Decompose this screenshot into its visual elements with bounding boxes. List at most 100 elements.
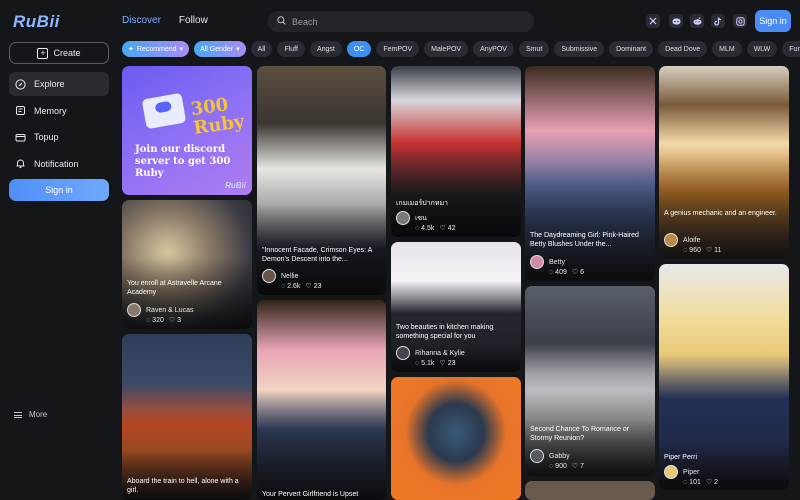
card-title: "Innocent Facade, Crimson Eyes: A Demon'… <box>262 247 372 263</box>
avatar <box>530 255 544 269</box>
author-name: Nellie <box>281 272 299 280</box>
card-title: Your Pervert Girlfriend is Upset <box>262 491 359 498</box>
avatar <box>127 303 141 317</box>
chip-dead-dove[interactable]: Dead Dove <box>658 41 708 57</box>
author-name: เซน <box>415 214 427 222</box>
avatar <box>396 211 410 225</box>
promo-title: Join our discord server to get 300 Ruby <box>135 144 231 179</box>
avatar <box>530 449 544 463</box>
chip-malepov[interactable]: MalePOV <box>424 41 469 57</box>
reddit-icon[interactable] <box>690 14 704 28</box>
comment-count: 960 <box>689 246 701 254</box>
sidebar-item-notification[interactable]: Notification <box>9 152 109 176</box>
character-card[interactable]: Piper Perri Piper ◌ 101 ♡ 2 <box>659 264 789 490</box>
chip-smut[interactable]: Smut <box>518 41 550 57</box>
bell-icon <box>15 158 26 169</box>
avatar <box>396 346 410 360</box>
author-name: Raven & Lucas <box>146 306 194 314</box>
chip-mlm[interactable]: MLM <box>712 41 742 57</box>
chip-fempov[interactable]: FemPOV <box>376 41 420 57</box>
chip-dominant[interactable]: Dominant <box>609 41 654 57</box>
like-count: 42 <box>447 224 456 232</box>
sparkle-icon: ✦ <box>128 46 134 53</box>
sidebar-item-topup[interactable]: Topup <box>9 125 109 149</box>
character-card[interactable]: Second Chance To Romance or Stormy Reuni… <box>525 286 655 476</box>
menu-icon <box>14 411 22 418</box>
comment-icon: ◌ <box>146 316 151 324</box>
author-name: Piper <box>683 468 700 476</box>
comment-icon: ◌ <box>415 359 420 367</box>
app-logo[interactable]: RuBii <box>13 12 60 32</box>
card-title: เกมเมอร์ปากหมา <box>396 200 448 207</box>
card-title: Aboard the train to hell, alone with a g… <box>127 478 239 494</box>
comment-count: 5.1k <box>421 359 435 367</box>
recommend-dropdown[interactable]: ✦ Recommend ▾ <box>122 41 190 57</box>
sidebar: RuBii + Create Explore Memory Topup Noti… <box>0 0 118 500</box>
chip-all[interactable]: All <box>250 41 273 57</box>
memory-icon <box>15 105 26 116</box>
promo-card[interactable]: 300 Ruby Join our discord server to get … <box>122 66 252 195</box>
avatar <box>262 269 276 283</box>
chip-fluff[interactable]: Fluff <box>277 41 305 57</box>
chip-submissive[interactable]: Submissive <box>554 41 605 57</box>
character-card[interactable]: A genius mechanic and an engineer. Aloif… <box>659 66 789 259</box>
header-signin-button[interactable]: Sign in <box>755 10 791 32</box>
character-card[interactable] <box>391 377 521 500</box>
card-stats: ◌ 4.5k ♡ 42 <box>415 224 456 233</box>
card-title: A genius mechanic and an engineer. <box>664 210 777 217</box>
tab-discover[interactable]: Discover <box>122 15 161 26</box>
promo-badge: 300 Ruby <box>189 94 246 139</box>
sidebar-item-explore[interactable]: Explore <box>9 72 109 96</box>
character-card[interactable] <box>525 481 655 500</box>
chip-wlw[interactable]: WLW <box>746 41 778 57</box>
character-card[interactable]: Aboard the train to hell, alone with a g… <box>122 334 252 500</box>
instagram-icon[interactable] <box>733 14 747 28</box>
gender-dropdown[interactable]: All Gender ▾ <box>194 41 246 57</box>
heart-icon: ♡ <box>439 360 446 367</box>
card-title: You enroll at Astravelle Arcane Academy <box>127 280 222 296</box>
search-input[interactable]: Beach <box>268 11 534 32</box>
heart-icon: ♡ <box>705 247 713 254</box>
x-icon[interactable] <box>646 14 660 28</box>
card-author: Rihanna & Kylie <box>396 346 465 360</box>
card-title: Two beauties in kitchen making something… <box>396 324 494 340</box>
chip-angst[interactable]: Angst <box>309 41 342 57</box>
chevron-down-icon: ▾ <box>179 46 184 53</box>
comment-count: 4.5k <box>421 224 435 232</box>
dropdown-label: Recommend <box>136 45 177 53</box>
card-stats: ◌ 960 ♡ 11 <box>683 246 721 255</box>
discord-icon[interactable] <box>669 14 683 28</box>
character-card[interactable]: The Daydreaming Girl: Pink-Haired Betty … <box>525 66 655 281</box>
sidebar-item-memory[interactable]: Memory <box>9 99 109 123</box>
card-stats: ◌ 320 ♡ 3 <box>146 316 182 325</box>
avatar <box>664 233 678 247</box>
card-stats: ◌ 2.6k ♡ 23 <box>281 282 322 291</box>
character-card[interactable]: "Innocent Facade, Crimson Eyes: A Demon'… <box>257 66 386 295</box>
comment-icon: ◌ <box>683 246 688 254</box>
create-button[interactable]: + Create <box>9 42 109 64</box>
character-card[interactable]: Two beauties in kitchen making something… <box>391 242 521 372</box>
chip-oc[interactable]: OC <box>346 41 372 57</box>
like-count: 23 <box>313 282 322 290</box>
character-card[interactable]: Your Pervert Girlfriend is Upset <box>257 300 386 500</box>
like-count: 3 <box>177 316 182 324</box>
discord-icon <box>154 100 173 114</box>
tiktok-icon[interactable] <box>711 14 725 28</box>
search-placeholder: Beach <box>292 16 318 27</box>
heart-icon: ♡ <box>571 269 579 276</box>
more-label: More <box>29 410 48 419</box>
avatar <box>664 465 678 479</box>
tab-follow[interactable]: Follow <box>179 15 208 26</box>
character-card[interactable]: You enroll at Astravelle Arcane Academy … <box>122 200 252 329</box>
like-count: 23 <box>447 359 456 367</box>
sidebar-item-label: Topup <box>34 132 59 142</box>
heart-icon: ♡ <box>305 283 312 290</box>
chip-anypov[interactable]: AnyPOV <box>473 41 514 57</box>
sidebar-signin-button[interactable]: Sign in <box>9 179 109 201</box>
character-card[interactable]: เกมเมอร์ปากหมา เซน ◌ 4.5k ♡ 42 <box>391 66 521 237</box>
search-icon <box>277 16 286 27</box>
card-title: The Daydreaming Girl: Pink-Haired Betty … <box>530 232 639 248</box>
dropdown-label: All Gender <box>200 45 234 53</box>
chip-furry[interactable]: Furry <box>782 41 800 57</box>
more-button[interactable]: More <box>14 410 47 419</box>
